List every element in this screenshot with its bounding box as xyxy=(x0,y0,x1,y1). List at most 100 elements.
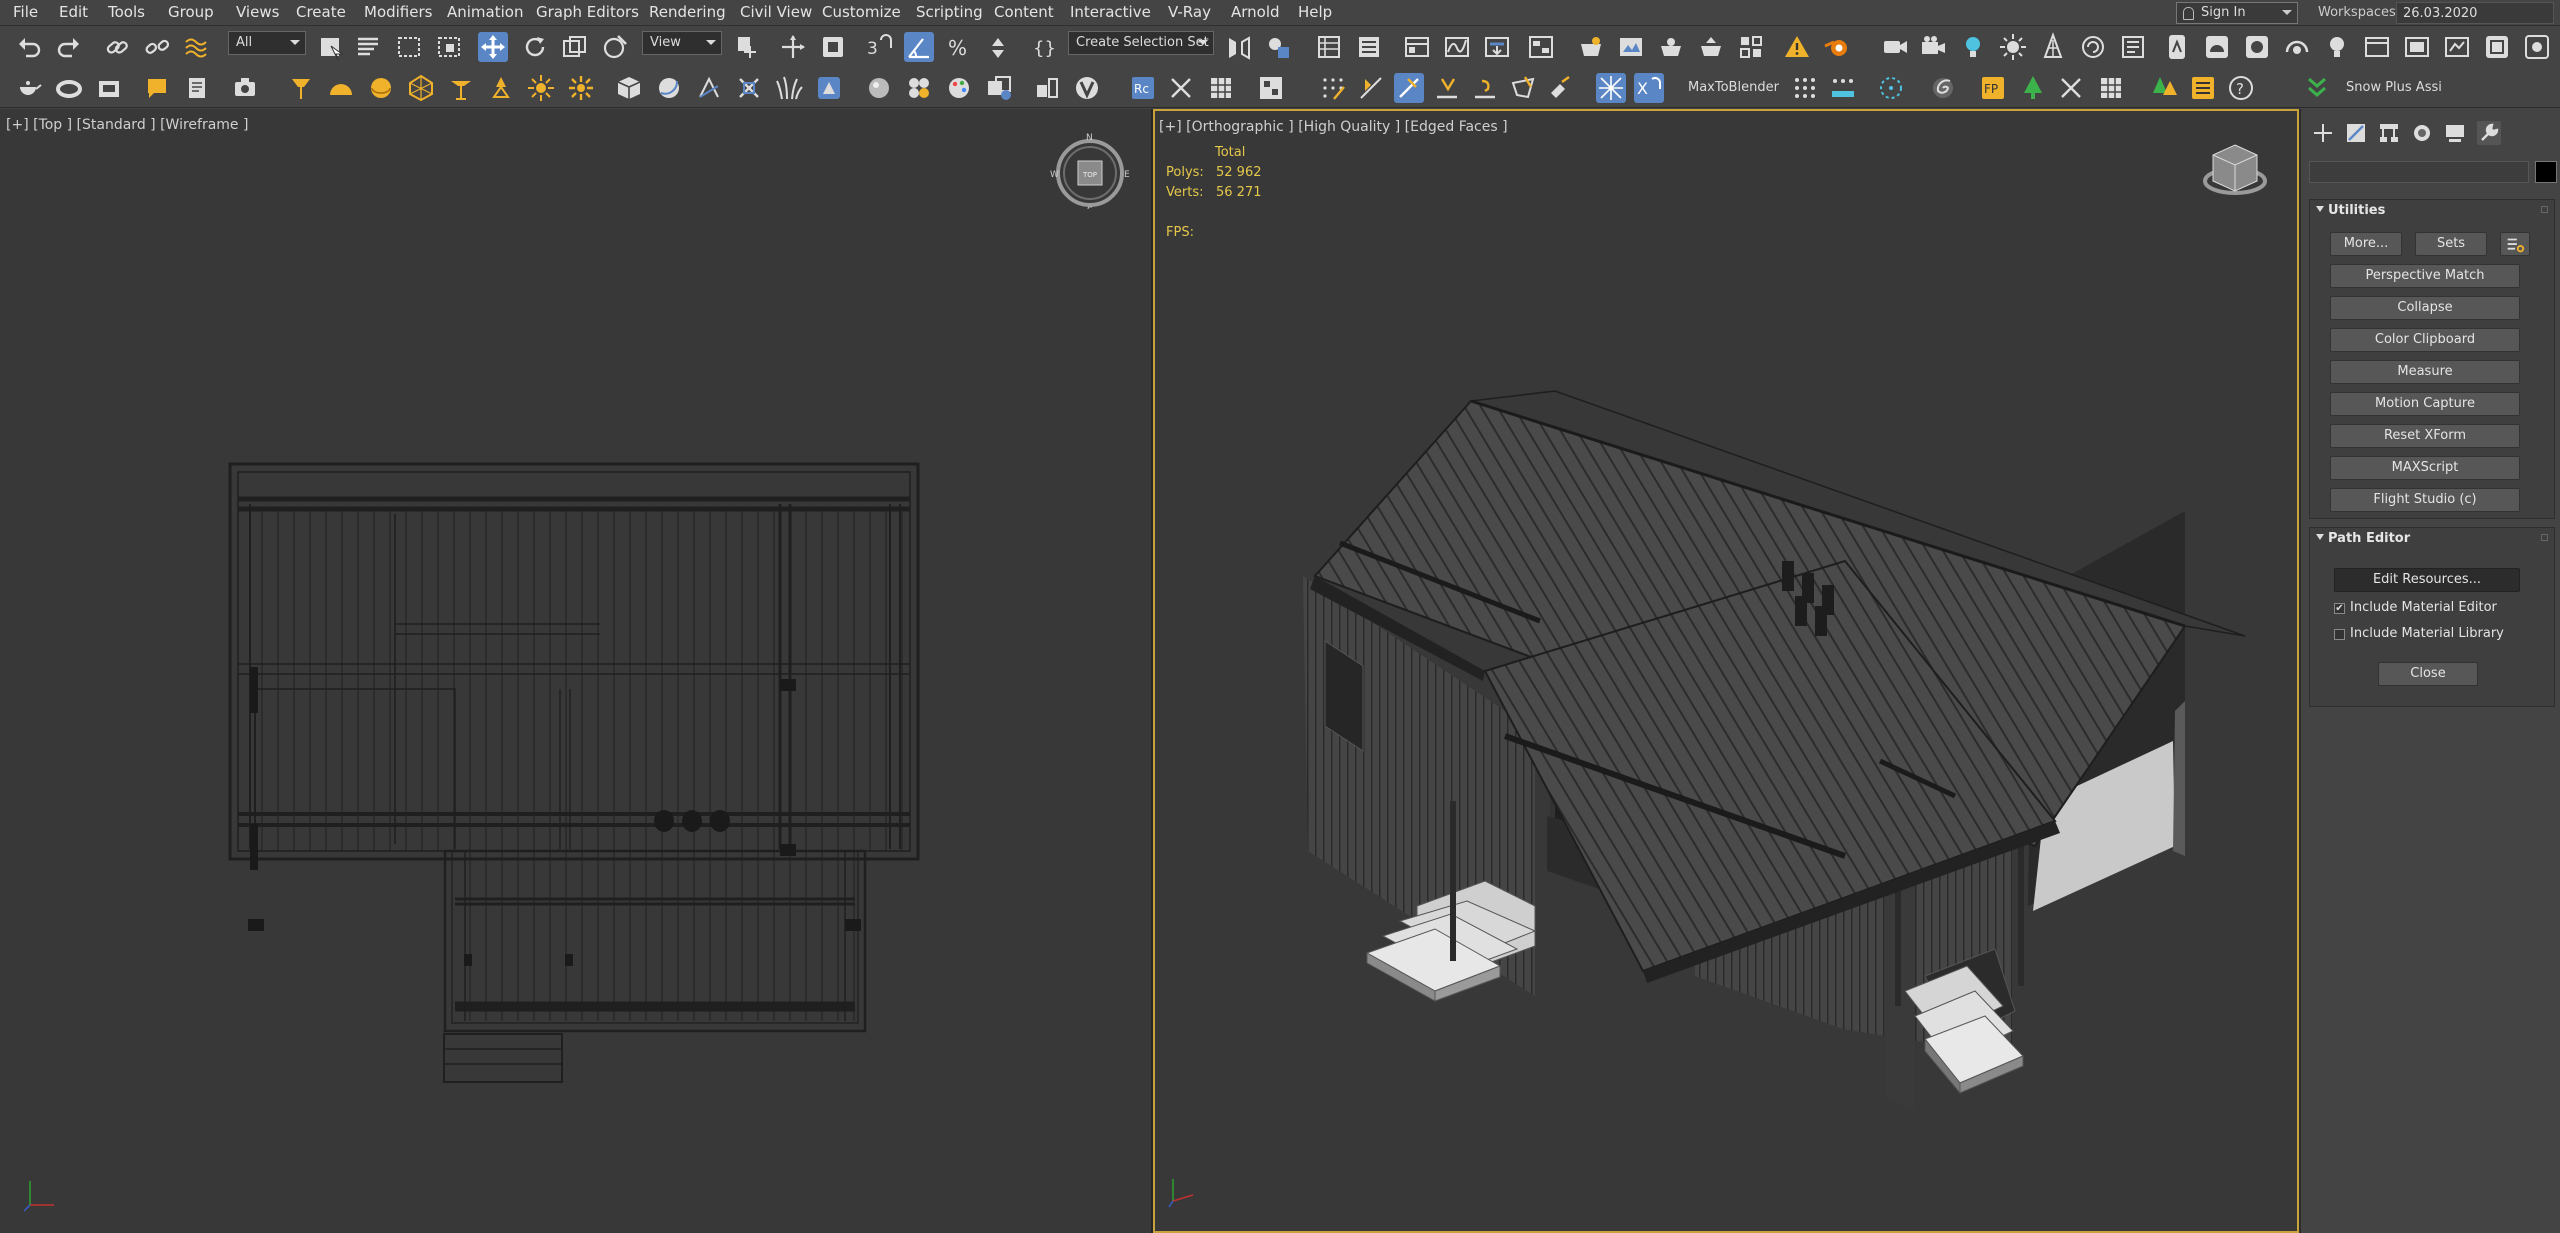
viewport-orthographic[interactable]: [+] [Orthographic ] [High Quality ] [Edg… xyxy=(1153,109,2299,1233)
material-palette-icon[interactable] xyxy=(944,73,974,103)
vray-fur-icon[interactable] xyxy=(2038,32,2068,62)
sun-positioner-icon[interactable] xyxy=(566,73,596,103)
align-icon[interactable] xyxy=(1264,32,1294,62)
viewcube-3d[interactable] xyxy=(2195,135,2275,215)
sign-in-dropdown[interactable]: Sign In xyxy=(2176,2,2298,24)
vray-light-icon[interactable] xyxy=(1958,32,1988,62)
collapse-button[interactable]: Collapse xyxy=(2330,296,2520,320)
menu-animation[interactable]: Animation xyxy=(447,3,523,21)
menu-help[interactable]: Help xyxy=(1298,3,1332,21)
snap-pivot-icon[interactable] xyxy=(1546,73,1576,103)
flight-studio-button[interactable]: Flight Studio (c) xyxy=(2330,488,2520,512)
vray-toolbar-icon-1[interactable] xyxy=(2362,32,2392,62)
window-crossing-icon[interactable] xyxy=(434,32,464,62)
mirror-icon[interactable] xyxy=(1224,32,1254,62)
menu-scripting[interactable]: Scripting xyxy=(916,3,983,21)
help-icon[interactable]: ? xyxy=(2226,73,2256,103)
list-view-icon[interactable] xyxy=(2188,73,2218,103)
max-to-blender-label[interactable]: MaxToBlender xyxy=(1688,80,1779,95)
render-in-cloud-icon[interactable] xyxy=(1736,32,1766,62)
sun-light-icon[interactable] xyxy=(526,73,556,103)
render-setup-icon[interactable] xyxy=(1616,32,1646,62)
more-button[interactable]: More... xyxy=(2330,232,2402,256)
maxscript-button[interactable]: MAXScript xyxy=(2330,456,2520,480)
workspace-dropdown[interactable]: 26.03.2020 xyxy=(2396,2,2554,24)
spot-light-icon[interactable] xyxy=(286,73,316,103)
select-by-name-icon[interactable] xyxy=(354,32,384,62)
material-editor-icon[interactable] xyxy=(1576,32,1606,62)
select-manipulate-icon[interactable] xyxy=(778,32,808,62)
pivot-center-icon[interactable] xyxy=(732,32,762,62)
vray-mesh-light-icon[interactable] xyxy=(2282,32,2312,62)
vray-toolbar-icon-2[interactable] xyxy=(2402,32,2432,62)
box-primitive-icon[interactable] xyxy=(94,73,124,103)
skydome-light-icon[interactable] xyxy=(486,73,516,103)
object-name-field[interactable] xyxy=(2309,161,2529,183)
blender-icon[interactable] xyxy=(1822,32,1852,62)
menu-customize[interactable]: Customize xyxy=(822,3,901,21)
undo-icon[interactable] xyxy=(14,32,44,62)
menu-views[interactable]: Views xyxy=(236,3,279,21)
hierarchy-tab-icon[interactable] xyxy=(2377,121,2401,145)
snap-grid-points-icon[interactable] xyxy=(1596,73,1626,103)
teapot-icon[interactable] xyxy=(14,73,44,103)
display-tab-icon[interactable] xyxy=(2443,121,2467,145)
percent-snap-icon[interactable]: % xyxy=(944,32,974,62)
schematic-view-icon[interactable] xyxy=(1526,32,1556,62)
redo-icon[interactable] xyxy=(54,32,84,62)
utilities-rollout-header[interactable]: Utilities xyxy=(2316,203,2385,218)
move-tool-icon[interactable] xyxy=(478,32,508,62)
speech-bubble-icon[interactable] xyxy=(142,73,172,103)
spiral-icon[interactable] xyxy=(1928,73,1958,103)
forest-pack-icon[interactable]: FP xyxy=(1978,73,2008,103)
render-production-icon[interactable] xyxy=(1696,32,1726,62)
material-sphere-icon[interactable] xyxy=(864,73,894,103)
menu-arnold[interactable]: Arnold xyxy=(1231,3,1280,21)
menu-tools[interactable]: Tools xyxy=(108,3,145,21)
color-clipboard-button[interactable]: Color Clipboard xyxy=(2330,328,2520,352)
modifier-list-icon[interactable] xyxy=(734,73,764,103)
grass-icon[interactable] xyxy=(774,73,804,103)
scale-tool-icon[interactable] xyxy=(560,32,590,62)
object-color-swatch[interactable] xyxy=(2535,161,2557,183)
path-editor-rollout-header[interactable]: Path Editor xyxy=(2316,531,2410,546)
menu-edit[interactable]: Edit xyxy=(59,3,88,21)
measure-button[interactable]: Measure xyxy=(2330,360,2520,384)
vray-light-lister-icon[interactable] xyxy=(2322,32,2352,62)
photometric-light-icon[interactable] xyxy=(446,73,476,103)
array-tool-icon[interactable] xyxy=(1256,73,1286,103)
snap-face-icon[interactable] xyxy=(1508,73,1538,103)
reset-xform-button[interactable]: Reset XForm xyxy=(2330,424,2520,448)
railclone-icon[interactable]: Rc xyxy=(1128,73,1158,103)
snow-plus-label[interactable]: Snow Plus Assi xyxy=(2346,80,2442,95)
rect-selection-icon[interactable] xyxy=(394,32,424,62)
mesh-light-icon[interactable] xyxy=(406,73,436,103)
tree-icon[interactable] xyxy=(2018,73,2048,103)
close-button[interactable]: Close xyxy=(2378,662,2478,686)
vray-toolbar-icon-5[interactable] xyxy=(2522,32,2552,62)
configure-sets-icon[interactable] xyxy=(2500,232,2530,256)
include-material-library-checkbox[interactable]: Include Material Library xyxy=(2334,626,2504,641)
vray-ies-light-icon[interactable] xyxy=(2162,32,2192,62)
edit-resources-button[interactable]: Edit Resources... xyxy=(2334,568,2520,592)
ref-coord-dropdown[interactable]: View xyxy=(642,31,722,55)
viewcube-top[interactable]: TOP N S W E xyxy=(1050,129,1130,209)
scatter-icon[interactable] xyxy=(814,73,844,103)
perspective-match-button[interactable]: Perspective Match xyxy=(2330,264,2520,288)
menu-group[interactable]: Group xyxy=(168,3,214,21)
include-material-editor-checkbox[interactable]: ✔ Include Material Editor xyxy=(2334,600,2497,615)
vray-sun-icon[interactable] xyxy=(1998,32,2028,62)
align-to-grid-icon[interactable] xyxy=(1032,73,1062,103)
edit-named-selection-icon[interactable]: {} xyxy=(1030,32,1060,62)
shapes-icon[interactable] xyxy=(694,73,724,103)
multi-material-icon[interactable] xyxy=(904,73,934,103)
forest-grid-icon[interactable] xyxy=(2096,73,2126,103)
utilities-tab-wrench-icon[interactable] xyxy=(2477,121,2501,145)
toggle-ribbon-icon[interactable] xyxy=(1402,32,1432,62)
snap-midpoint-icon[interactable] xyxy=(1470,73,1500,103)
material-map-icon[interactable] xyxy=(984,73,1014,103)
menu-file[interactable]: File xyxy=(13,3,38,21)
vray-toolbar-icon-3[interactable] xyxy=(2442,32,2472,62)
vray-camera-icon[interactable] xyxy=(1918,32,1948,62)
sets-button[interactable]: Sets xyxy=(2415,232,2487,256)
